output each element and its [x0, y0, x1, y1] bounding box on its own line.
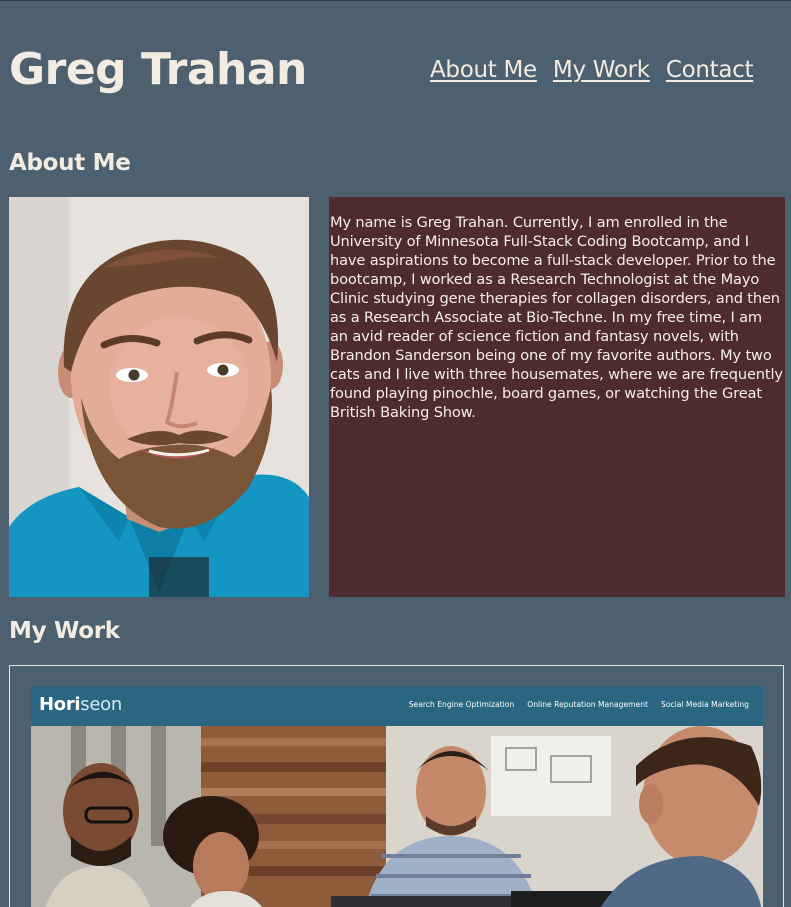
main-nav: About Me My Work Contact — [430, 54, 754, 86]
project-nav-item: Online Reputation Management — [527, 700, 648, 709]
project-nav-item: Social Media Marketing — [661, 700, 749, 709]
project-nav-item: Search Engine Optimization — [408, 700, 515, 709]
project-screenshot[interactable]: Horiseon Search Engine Optimization Onli… — [31, 686, 763, 907]
project-logo: Horiseon — [39, 694, 122, 715]
page-top-border — [0, 0, 791, 1]
project-card[interactable]: Horiseon Search Engine Optimization Onli… — [9, 665, 784, 907]
site-title: Greg Trahan — [9, 44, 307, 95]
project-logo-main: Hori — [39, 694, 81, 715]
nav-link-my-work[interactable]: My Work — [553, 54, 650, 86]
project-nav: Search Engine Optimization Online Reputa… — [409, 700, 749, 709]
bio-text: My name is Greg Trahan. Currently, I am … — [330, 214, 783, 421]
project-hero-image — [31, 726, 763, 907]
nav-link-about-me[interactable]: About Me — [430, 54, 537, 86]
project-screenshot-header: Horiseon Search Engine Optimization Onli… — [31, 686, 763, 726]
my-work-heading: My Work — [9, 618, 120, 644]
profile-photo — [9, 197, 309, 597]
bio-panel: My name is Greg Trahan. Currently, I am … — [329, 197, 785, 597]
project-logo-accent: seon — [80, 694, 122, 715]
nav-link-contact[interactable]: Contact — [666, 54, 754, 86]
about-me-heading: About Me — [9, 150, 131, 176]
